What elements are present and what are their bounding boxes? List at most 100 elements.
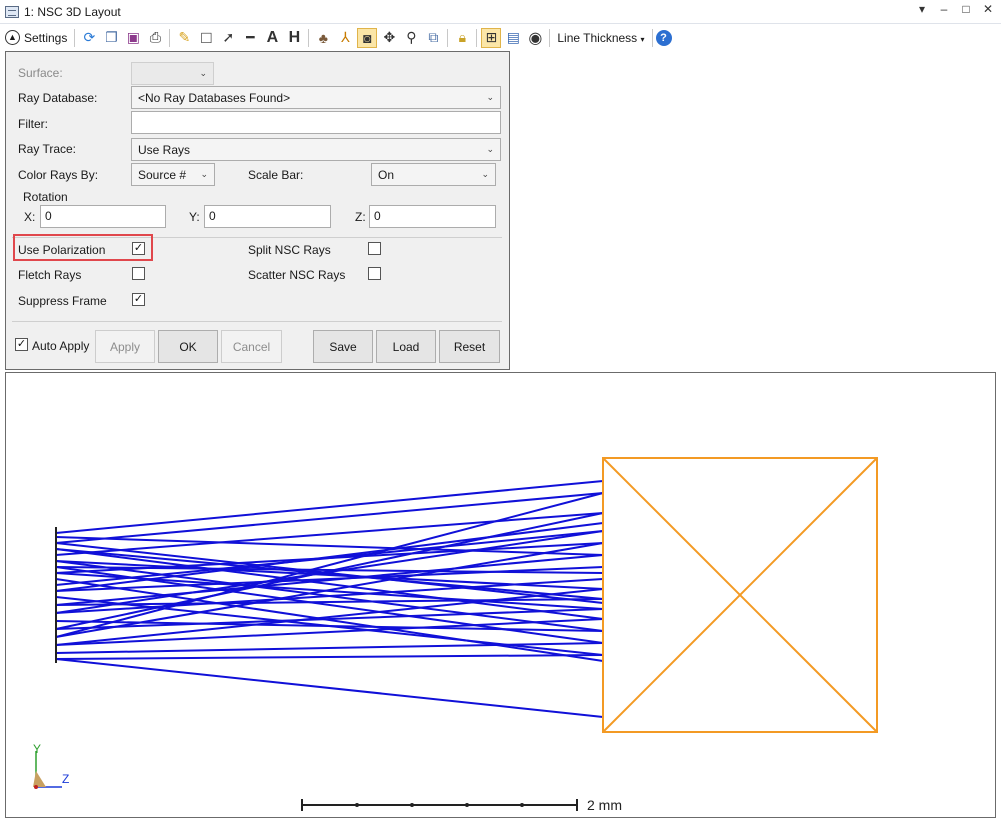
rotation-z-label: Z: (355, 210, 366, 224)
apply-button[interactable]: Apply (95, 330, 155, 363)
pencil-icon[interactable]: ✎ (174, 28, 194, 48)
refresh-icon[interactable]: ⟳ (79, 28, 99, 48)
surface-select[interactable]: ⌄ (131, 62, 214, 85)
chevron-down-icon: ▾ (640, 34, 645, 44)
rotation-x-label: X: (24, 210, 36, 224)
scale-bar-tick (520, 803, 524, 807)
split-nsc-rays-label: Split NSC Rays (248, 243, 331, 257)
ray-database-label: Ray Database: (18, 91, 98, 105)
scale-bar-label: Scale Bar: (248, 168, 304, 182)
window-controls: ▾ ‒ □ ✕ (915, 2, 995, 16)
fletch-rays-label: Fletch Rays (18, 268, 82, 282)
toolbar-divider (169, 28, 171, 47)
maximize-icon[interactable]: □ (959, 2, 973, 16)
minimize-icon[interactable]: ‒ (937, 2, 951, 16)
print-icon[interactable]: ⎙ (145, 28, 165, 48)
ray-line (55, 654, 604, 660)
toolbar-divider (74, 28, 76, 47)
scale-bar-label: 2 mm (587, 797, 622, 813)
toolbar-divider (447, 28, 449, 47)
use-polarization-checkbox[interactable]: ✓ (132, 242, 145, 255)
rotation-group-label: Rotation (23, 190, 68, 204)
scale-bar-select[interactable]: On ⌄ (371, 163, 496, 186)
ray-group (55, 480, 604, 718)
line-thickness-dropdown[interactable]: Line Thickness ▾ (557, 31, 644, 45)
line-icon[interactable]: ━ (240, 28, 260, 48)
detector-object (602, 457, 878, 733)
scale-bar-tick (465, 803, 469, 807)
ray-line (55, 480, 604, 534)
settings-panel: Surface: ⌄ Ray Database: <No Ray Databas… (5, 51, 510, 370)
title-bar: 1: NSC 3D Layout ▾ ‒ □ ✕ (0, 0, 1001, 24)
object-visibility-icon[interactable]: ♣ (313, 28, 333, 48)
window-icon[interactable]: ▤ (503, 28, 523, 48)
scatter-nsc-rays-checkbox[interactable] (368, 267, 381, 280)
scale-bar-tick (355, 803, 359, 807)
rotation-z-input[interactable]: 0 (369, 205, 496, 228)
toolbar-divider (651, 28, 653, 47)
rotate-icon[interactable]: ◉ (525, 28, 545, 48)
toolbar-divider (476, 28, 478, 47)
surface-label: Surface: (18, 66, 63, 80)
load-button[interactable]: Load (376, 330, 436, 363)
axes-icon[interactable]: ⅄ (335, 28, 355, 48)
auto-apply-checkbox[interactable]: ✓ (15, 338, 28, 351)
suppress-frame-label: Suppress Frame (18, 294, 107, 308)
save-icon[interactable]: ▣ (123, 28, 143, 48)
pan-icon[interactable]: ✥ (379, 28, 399, 48)
window-title: 1: NSC 3D Layout (24, 4, 121, 19)
suppress-frame-checkbox[interactable]: ✓ (132, 293, 145, 306)
scatter-nsc-rays-label: Scatter NSC Rays (248, 268, 346, 282)
help-icon[interactable]: ? (655, 29, 672, 46)
rectangle-icon[interactable]: □ (196, 28, 216, 48)
ray-database-select[interactable]: <No Ray Databases Found> ⌄ (131, 86, 501, 109)
settings-toggle-button[interactable]: ▲ Settings (5, 30, 67, 45)
copy-icon[interactable]: ❐ (101, 28, 121, 48)
toolbar-divider (549, 28, 551, 47)
color-rays-by-label: Color Rays By: (18, 168, 99, 182)
save-button[interactable]: Save (313, 330, 373, 363)
text-icon[interactable]: A (262, 28, 282, 48)
y-axis-label: Y (33, 742, 41, 756)
scale-bar: 2 mm (301, 797, 622, 813)
dimension-icon[interactable]: H (284, 28, 304, 48)
fletch-rays-checkbox[interactable] (132, 267, 145, 280)
group-divider (12, 321, 502, 322)
zoom-icon[interactable]: ⚲ (401, 28, 421, 48)
line-thickness-label: Line Thickness (557, 30, 638, 45)
ray-line (55, 492, 604, 544)
chevron-up-icon: ▲ (5, 30, 20, 45)
rotation-y-label: Y: (189, 210, 200, 224)
rotation-y-input[interactable]: 0 (204, 205, 331, 228)
color-rays-by-select[interactable]: Source # ⌄ (131, 163, 215, 186)
filter-input[interactable] (131, 111, 501, 134)
layout-plot[interactable]: Y Z 2 mm (5, 372, 996, 818)
window-icon (5, 5, 19, 18)
axis-indicator: Y Z (33, 742, 69, 789)
camera-icon[interactable]: ◙ (357, 27, 378, 48)
toolbar: ▲ Settings ⟳ ❐ ▣ ⎙ ✎ □ ➚ ━ A H ♣ ⅄ ◙ ✥ ⚲… (0, 25, 1001, 50)
filter-label: Filter: (18, 117, 48, 131)
ray-line (55, 658, 604, 718)
ray-trace-select[interactable]: Use Rays ⌄ (131, 138, 501, 161)
export-icon[interactable]: ⧉ (423, 28, 443, 48)
lock-icon[interactable]: 🔒︎ (452, 28, 472, 48)
fit-icon[interactable]: ⊞ (481, 27, 502, 48)
split-nsc-rays-checkbox[interactable] (368, 242, 381, 255)
dropdown-menu-icon[interactable]: ▾ (915, 2, 929, 16)
rotation-x-input[interactable]: 0 (40, 205, 166, 228)
axis-origin-dot (34, 785, 38, 789)
ok-button[interactable]: OK (158, 330, 218, 363)
use-polarization-label: Use Polarization (18, 243, 106, 257)
arrow-icon[interactable]: ➚ (218, 28, 238, 48)
chevron-down-icon: ⌄ (200, 169, 208, 179)
scale-bar-tick (410, 803, 414, 807)
axis-origin-icon (33, 771, 46, 787)
chevron-down-icon: ⌄ (199, 68, 207, 78)
layout-canvas: Y Z 2 mm (33, 457, 878, 813)
reset-button[interactable]: Reset (439, 330, 500, 363)
close-icon[interactable]: ✕ (981, 2, 995, 16)
toolbar-divider (308, 28, 310, 47)
cancel-button[interactable]: Cancel (221, 330, 282, 363)
chevron-down-icon: ⌄ (486, 144, 494, 154)
